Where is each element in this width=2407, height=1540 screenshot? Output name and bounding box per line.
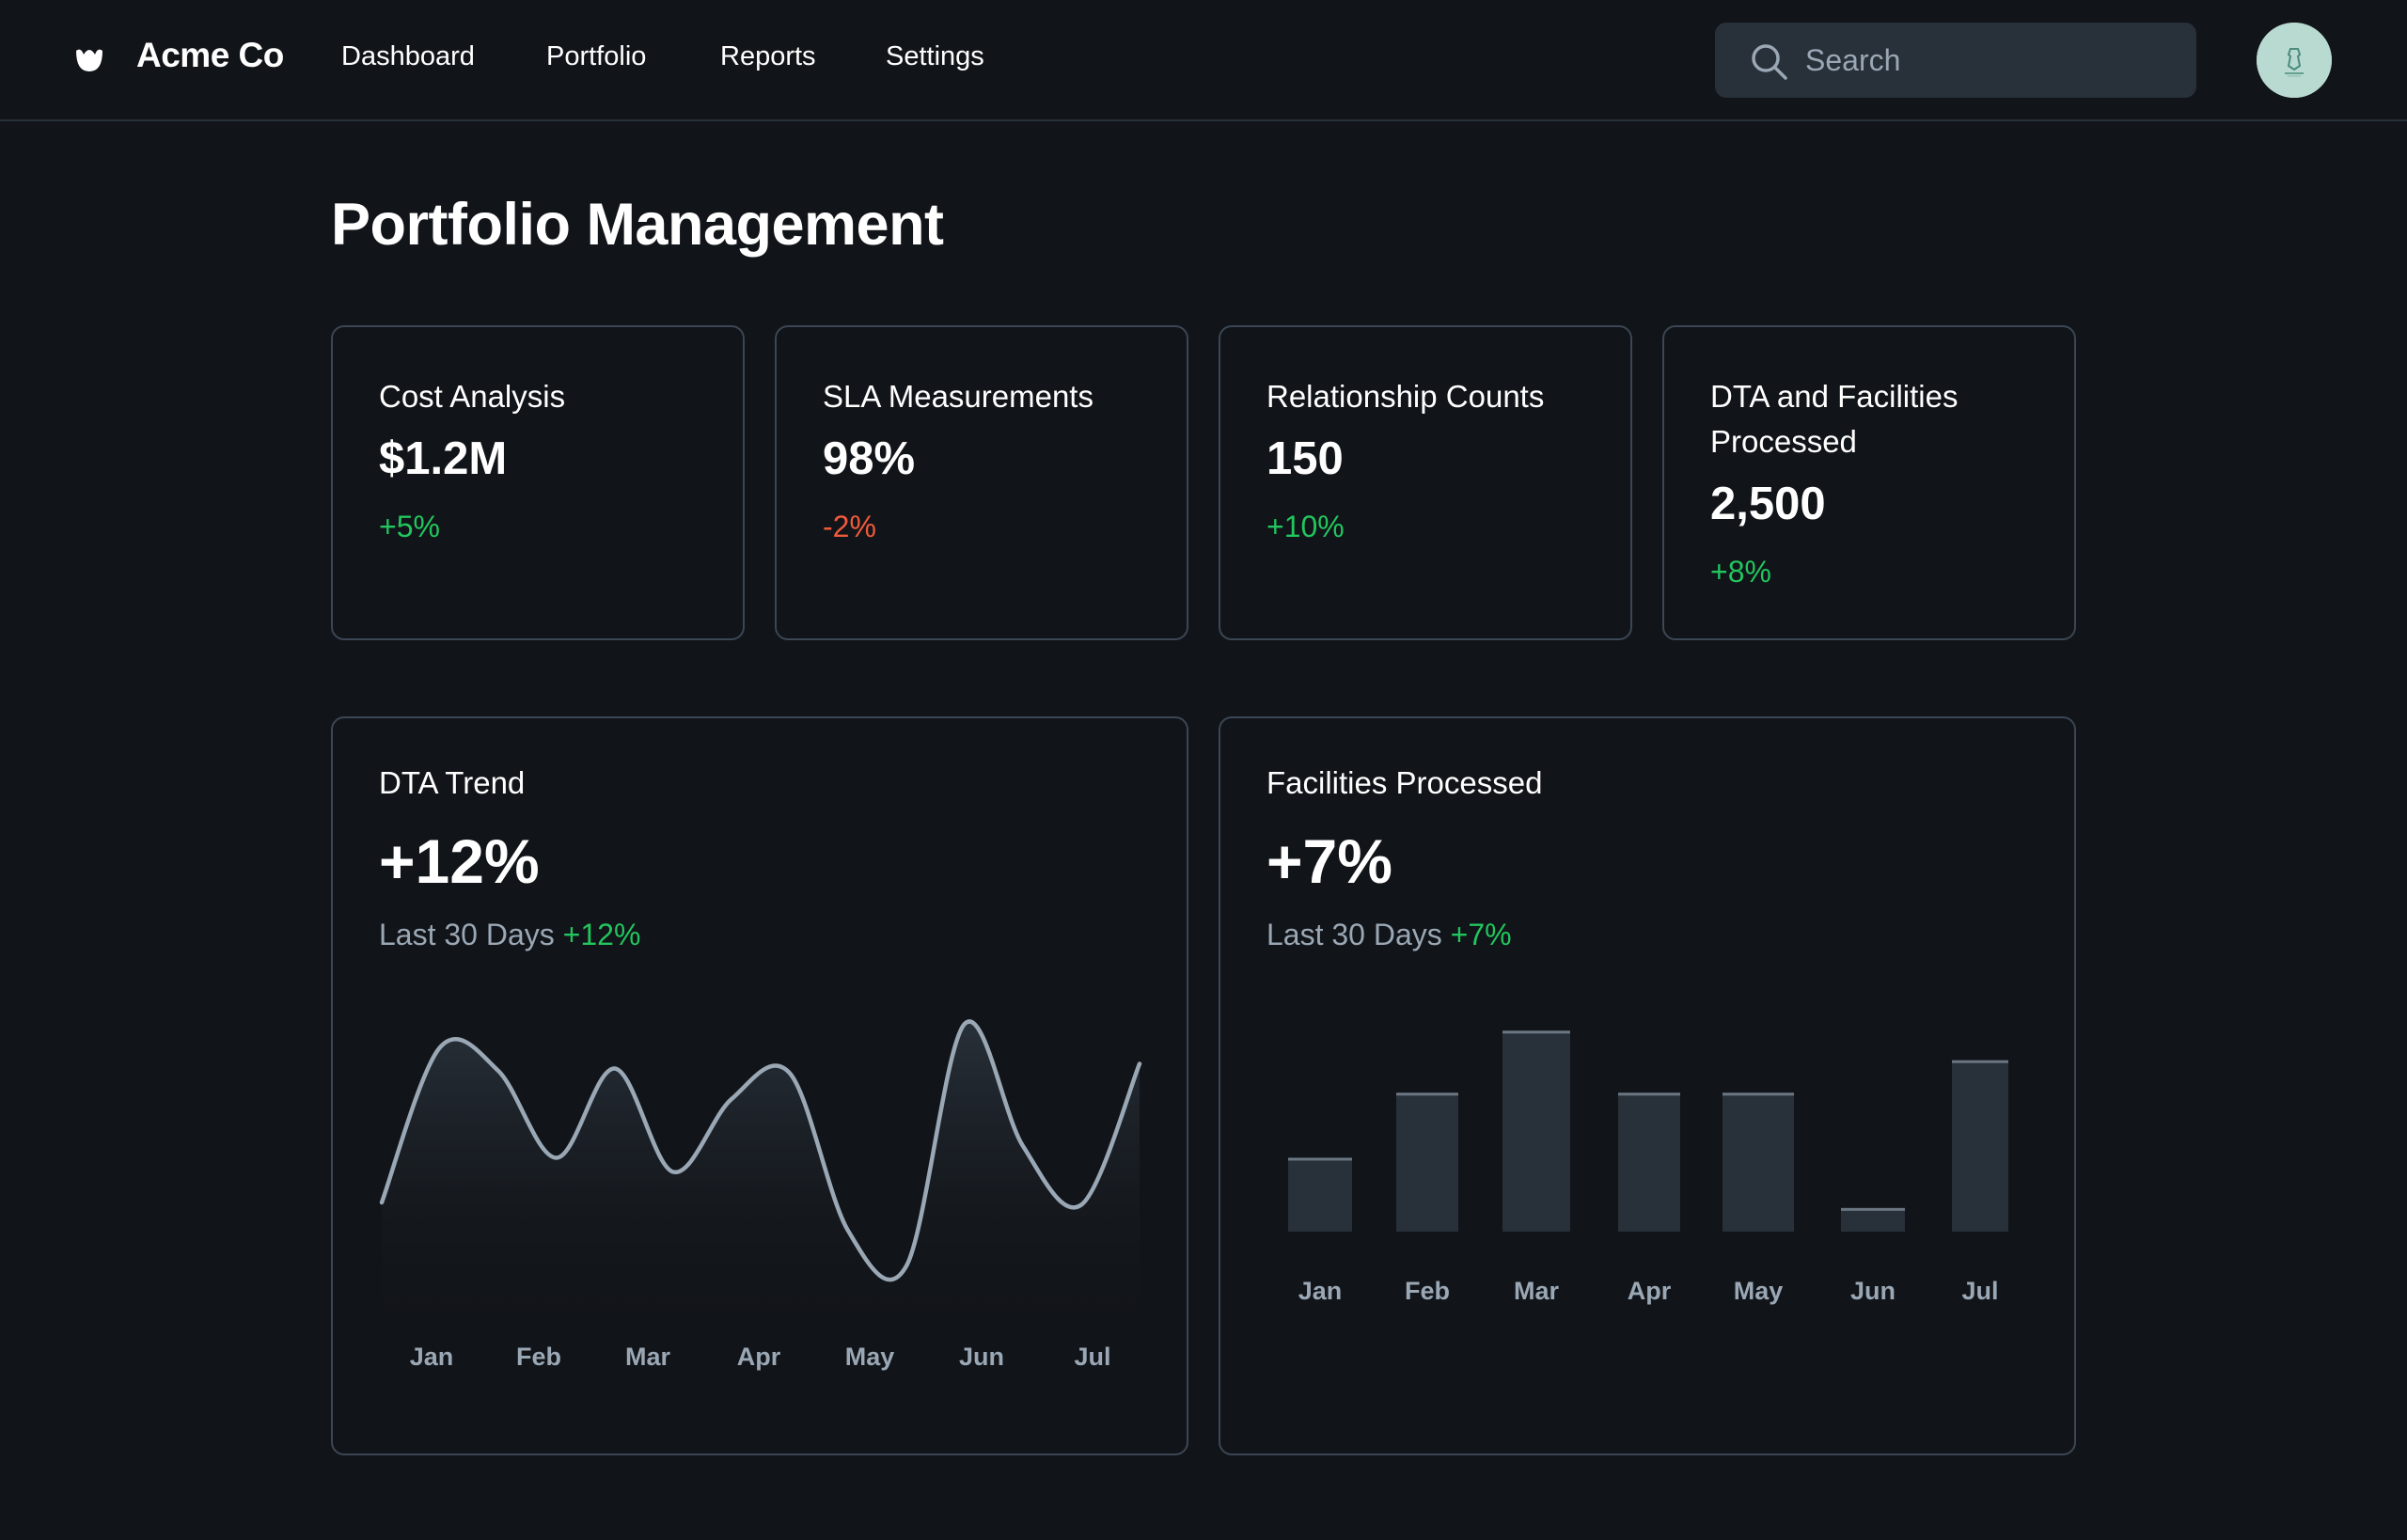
dta-trend-card: DTA Trend +12% Last 30 Days +12% Jan Feb M… bbox=[331, 716, 1188, 1455]
x-axis-label-apr: Apr bbox=[1627, 1277, 1672, 1305]
x-axis-label-feb: Feb bbox=[1404, 1277, 1451, 1305]
stat-value: 98% bbox=[823, 433, 916, 484]
top-nav-bar: Acme Co Dashboard Portfolio Reports Sett… bbox=[0, 0, 2407, 121]
stat-label: SLA Measurements bbox=[823, 379, 1093, 414]
x-axis-label-feb: Feb bbox=[515, 1343, 562, 1371]
bar-top-edge bbox=[1396, 1092, 1458, 1096]
brand-name[interactable]: Acme Co bbox=[136, 36, 284, 75]
stat-value: 150 bbox=[1266, 433, 1344, 484]
x-axis-label-jun: Jun bbox=[958, 1343, 1005, 1371]
facilities-processed-card: Facilities Processed +7% Last 30 Days +7… bbox=[1219, 716, 2076, 1455]
stat-change: +5% bbox=[379, 510, 440, 543]
stat-card-relationship-counts: Relationship Counts 150 +10% bbox=[1219, 325, 1632, 640]
nav-dashboard[interactable]: Dashboard bbox=[341, 41, 475, 72]
bar-jan bbox=[1288, 1157, 1352, 1232]
stat-change: +10% bbox=[1266, 510, 1345, 543]
bar-top-edge bbox=[1502, 1030, 1570, 1034]
stat-label: Cost Analysis bbox=[379, 379, 566, 414]
search-input[interactable] bbox=[1805, 23, 2181, 98]
x-axis-label-jan: Jan bbox=[1298, 1277, 1343, 1305]
bar-jun bbox=[1841, 1207, 1905, 1232]
x-axis-label-mar: Mar bbox=[1513, 1277, 1560, 1305]
stat-change: +8% bbox=[1710, 555, 1771, 589]
facilities-bar-chart bbox=[1288, 1030, 2008, 1232]
bar-top-edge bbox=[1952, 1060, 2008, 1063]
nav-reports[interactable]: Reports bbox=[720, 41, 816, 72]
bar-top-edge bbox=[1841, 1207, 1905, 1211]
x-axis-label-jul: Jul bbox=[1961, 1277, 1999, 1305]
bar-may bbox=[1723, 1092, 1794, 1232]
stat-card-sla-measurements: SLA Measurements 98% -2% bbox=[775, 325, 1188, 640]
stat-card-dta-facilities: DTA and Facilities Processed 2,500 +8% bbox=[1662, 325, 2076, 640]
search-box[interactable] bbox=[1715, 23, 2196, 98]
x-axis-label-may: May bbox=[844, 1343, 895, 1371]
bar-top-edge bbox=[1618, 1092, 1680, 1096]
x-axis-label-jun: Jun bbox=[1849, 1277, 1896, 1305]
x-axis-label-may: May bbox=[1733, 1277, 1784, 1305]
page-title: Portfolio Management bbox=[331, 192, 944, 258]
search-icon bbox=[1752, 44, 1787, 80]
bar-top-edge bbox=[1288, 1157, 1352, 1161]
nav-settings[interactable]: Settings bbox=[886, 41, 984, 72]
bar-feb bbox=[1396, 1092, 1458, 1232]
x-axis-label-jan: Jan bbox=[409, 1343, 454, 1371]
bar-mar bbox=[1502, 1030, 1570, 1232]
stat-value: 2,500 bbox=[1710, 479, 1826, 529]
x-axis-label-mar: Mar bbox=[624, 1343, 671, 1371]
stat-label: DTA and Facilities Processed bbox=[1710, 379, 1959, 459]
stat-label: Relationship Counts bbox=[1266, 379, 1545, 414]
x-axis-label-apr: Apr bbox=[736, 1343, 781, 1371]
stat-change: -2% bbox=[823, 510, 876, 543]
stat-card-cost-analysis: Cost Analysis $1.2M +5% bbox=[331, 325, 745, 640]
stat-value: $1.2M bbox=[379, 433, 508, 484]
user-avatar-icon bbox=[2257, 23, 2332, 98]
bar-top-edge bbox=[1723, 1092, 1794, 1096]
x-axis-label-jul: Jul bbox=[1074, 1343, 1111, 1371]
bar-apr bbox=[1618, 1092, 1680, 1232]
acme-logo-icon[interactable] bbox=[73, 43, 105, 75]
bar-jul bbox=[1952, 1060, 2008, 1232]
avatar[interactable] bbox=[2257, 23, 2332, 98]
nav-portfolio[interactable]: Portfolio bbox=[546, 41, 646, 72]
